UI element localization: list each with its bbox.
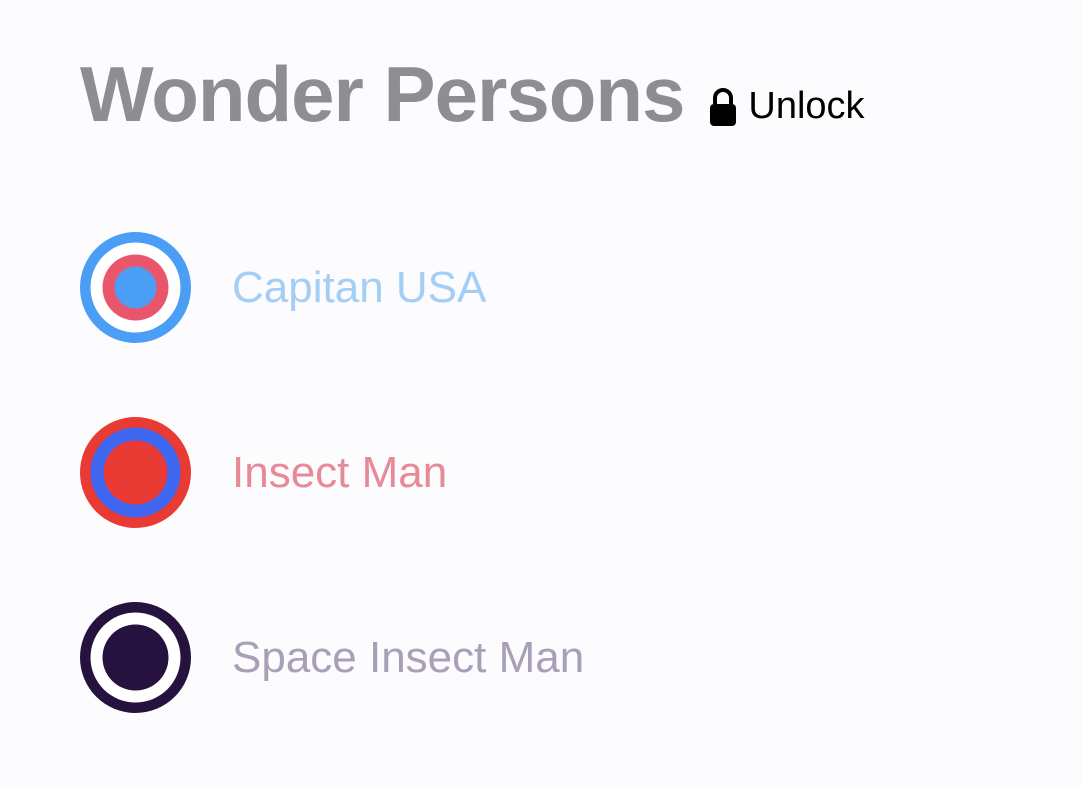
unlock-label: Unlock — [748, 85, 865, 127]
lock-icon — [710, 87, 737, 126]
web-target-icon — [80, 417, 191, 528]
person-name: Space Insect Man — [232, 632, 585, 682]
dark-target-icon — [80, 602, 191, 713]
unlock-button[interactable]: Unlock — [708, 85, 865, 128]
shield-target-icon — [80, 232, 191, 343]
person-row-space-insect-man[interactable]: Space Insect Man — [80, 602, 584, 713]
persons-list: Capitan USA Insect Man Space Insect Man — [80, 232, 584, 787]
person-row-capitan-usa[interactable]: Capitan USA — [80, 232, 584, 343]
page-title: Wonder Persons — [80, 50, 685, 138]
person-row-insect-man[interactable]: Insect Man — [80, 417, 584, 528]
person-name: Insect Man — [232, 447, 448, 497]
person-name: Capitan USA — [232, 262, 487, 312]
header: Wonder Persons Unlock — [80, 50, 865, 138]
